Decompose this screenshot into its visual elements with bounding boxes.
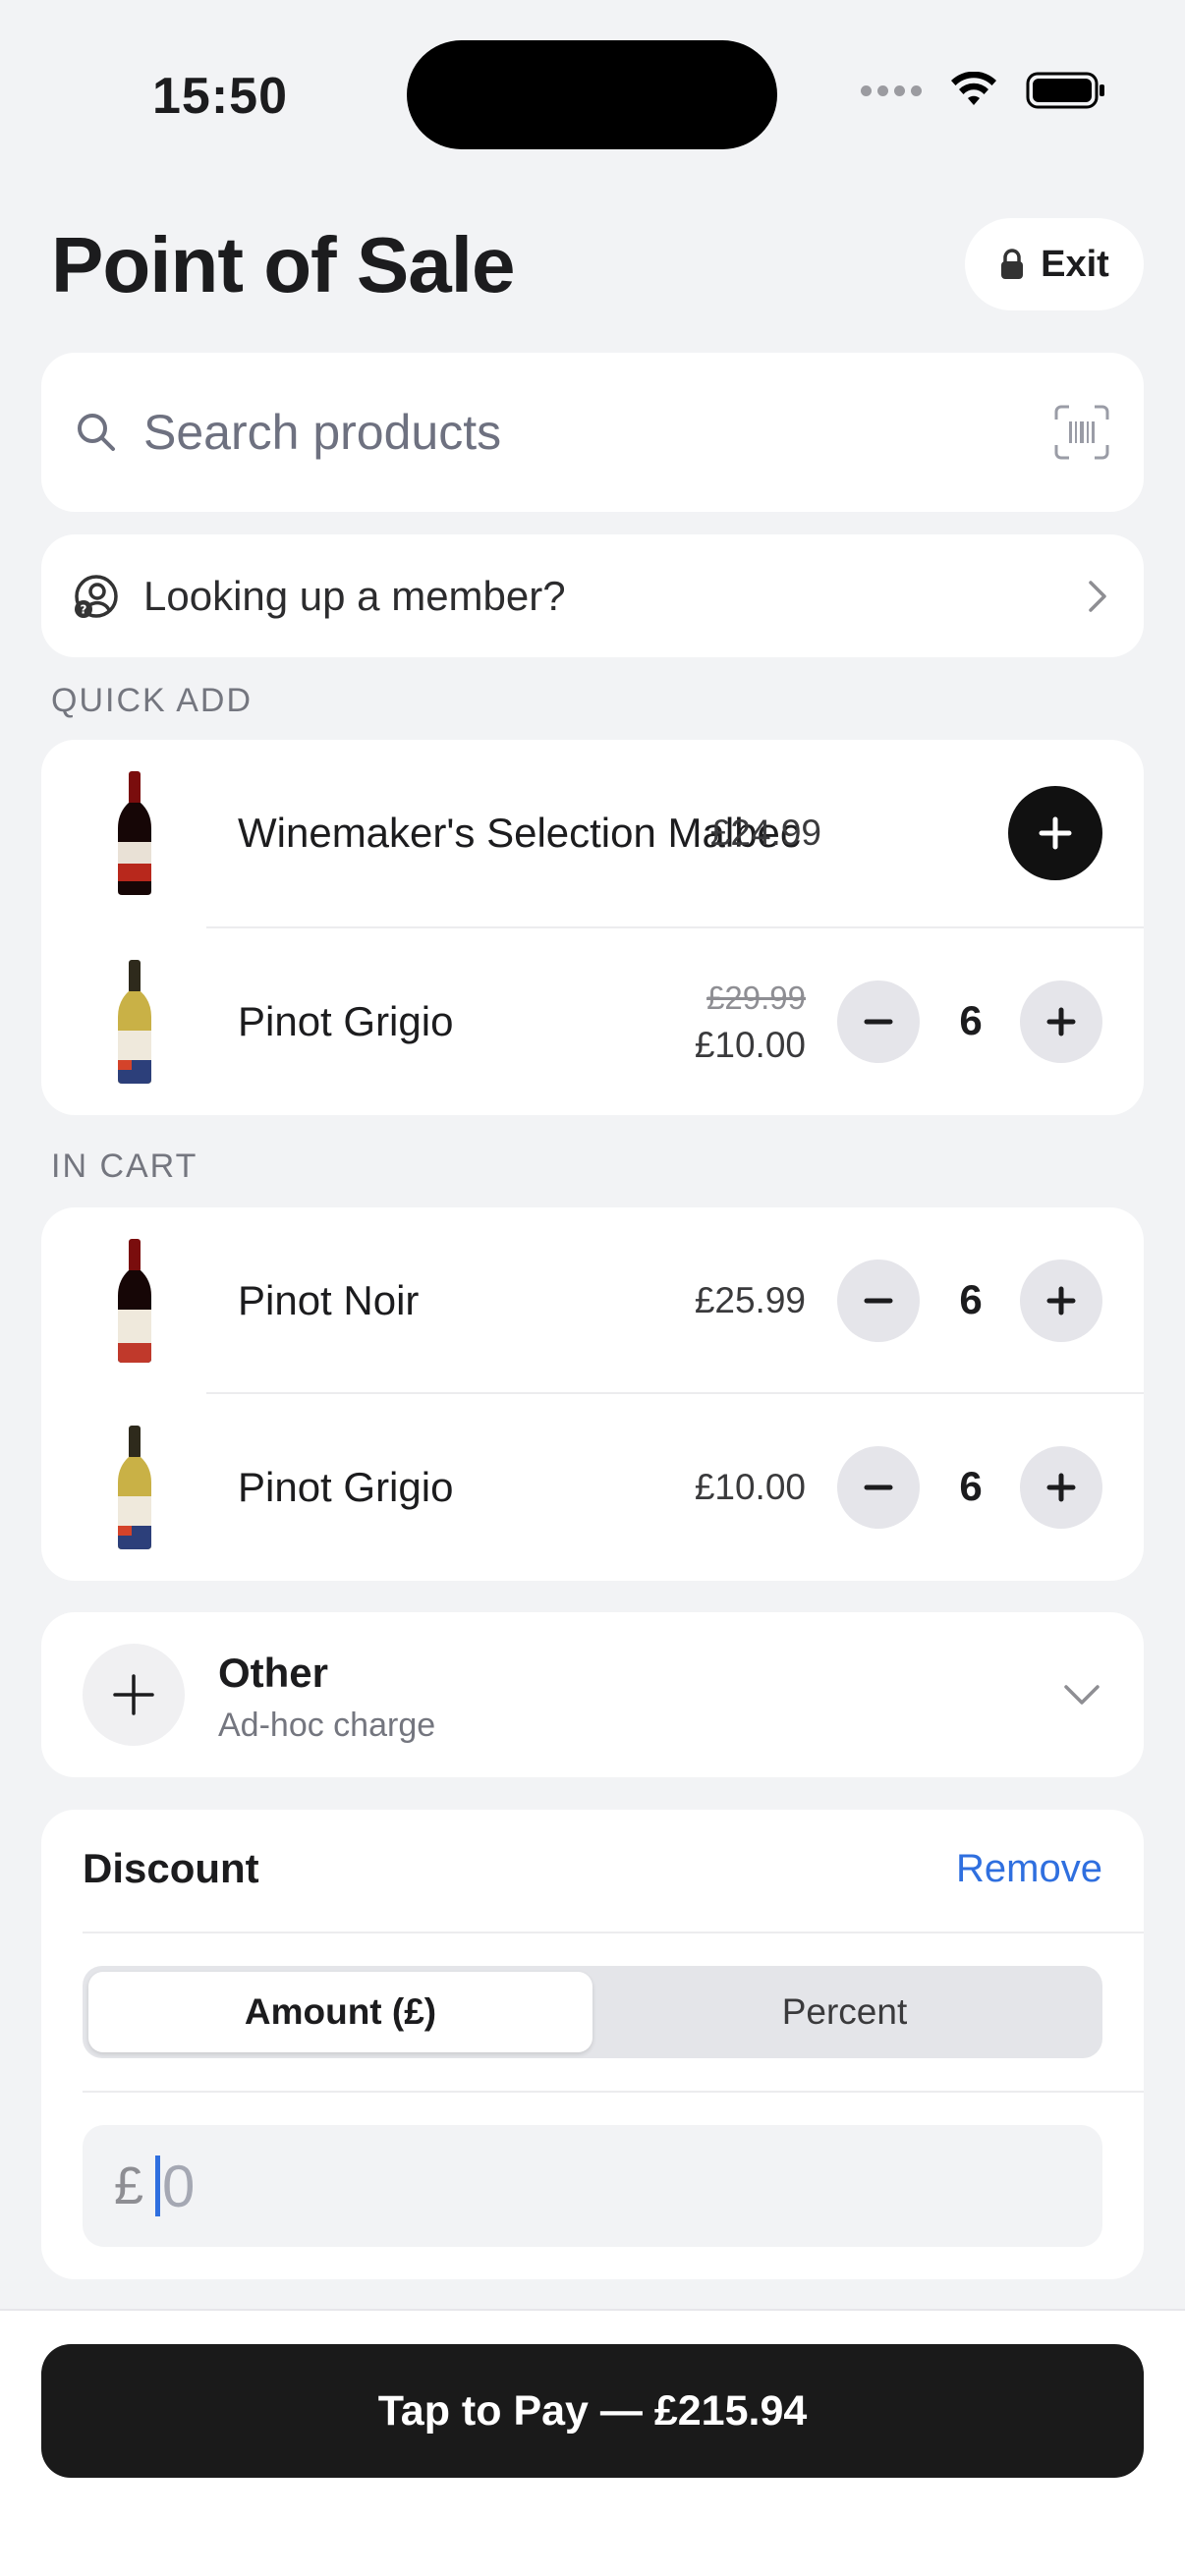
- dynamic-island: [407, 40, 777, 149]
- search-bar[interactable]: [41, 353, 1144, 512]
- original-price: £29.99: [706, 980, 806, 1016]
- product-price: £25.99: [694, 1280, 806, 1320]
- currency-symbol: £: [114, 2156, 144, 2215]
- product-name: Pinot Grigio: [238, 998, 454, 1044]
- product-name: Pinot Noir: [238, 1277, 420, 1323]
- decrease-quantity-button[interactable]: [837, 1446, 920, 1529]
- member-lookup-label: Looking up a member?: [143, 572, 566, 619]
- increase-quantity-button[interactable]: [1020, 1446, 1102, 1529]
- sale-price: £10.00: [694, 1025, 806, 1065]
- ad-hoc-charge-row[interactable]: Other Ad-hoc charge: [41, 1612, 1144, 1777]
- discount-panel: Discount Remove Amount (£) Percent £: [41, 1810, 1144, 2279]
- other-title: Other: [218, 1650, 329, 1696]
- white-wine-bottle-image: [118, 960, 151, 1084]
- quantity-value: 6: [959, 1463, 983, 1509]
- barcode-scan-icon[interactable]: [1053, 404, 1110, 461]
- battery-icon: [1026, 72, 1104, 109]
- quick-add-item[interactable]: Winemaker's Selection Malbec £24.99: [41, 740, 1144, 926]
- product-price-group: £29.99 £10.00: [695, 975, 806, 1069]
- discount-title: Discount: [83, 1845, 259, 1891]
- discount-amount-input[interactable]: [162, 2152, 753, 2220]
- text-caret: [155, 2156, 161, 2216]
- minus-icon: [864, 1484, 893, 1490]
- bottom-bar: Tap to Pay — £215.94: [0, 2309, 1185, 2576]
- member-lookup-row[interactable]: ? Looking up a member?: [41, 534, 1144, 657]
- other-subtitle: Ad-hoc charge: [218, 1707, 436, 1744]
- chevron-right-icon: [1089, 580, 1106, 612]
- plus-icon: [113, 1674, 154, 1715]
- quantity-value: 6: [959, 997, 983, 1043]
- red-wine-bottle-image: [118, 771, 151, 895]
- quick-add-list: Winemaker's Selection Malbec £24.99 Pino…: [41, 740, 1144, 1115]
- product-name: Pinot Grigio: [238, 1464, 454, 1510]
- search-icon: [78, 414, 115, 451]
- divider: [83, 1932, 1144, 1933]
- member-search-icon: ?: [75, 574, 118, 618]
- increase-quantity-button[interactable]: [1020, 1260, 1102, 1342]
- discount-amount-field[interactable]: £: [83, 2125, 1102, 2247]
- cart-item[interactable]: Pinot Grigio £10.00 6: [41, 1394, 1144, 1581]
- red-wine-bottle-image: [118, 1239, 151, 1363]
- status-time: 15:50: [152, 68, 288, 125]
- exit-label: Exit: [1041, 243, 1109, 285]
- quick-add-item[interactable]: Pinot Grigio £29.99 £10.00 6: [41, 928, 1144, 1115]
- in-cart-heading: IN CART: [51, 1148, 198, 1185]
- search-input[interactable]: [143, 404, 1053, 461]
- lock-icon: [1001, 249, 1024, 279]
- percent-mode-option[interactable]: Percent: [592, 1972, 1097, 2052]
- plus-icon: [1046, 1286, 1076, 1316]
- cart-list: Pinot Noir £25.99 6 Pinot Grigio £10.00 …: [41, 1207, 1144, 1581]
- amount-mode-option[interactable]: Amount (£): [88, 1972, 592, 2052]
- quick-add-heading: QUICK ADD: [51, 682, 254, 719]
- svg-text:?: ?: [81, 602, 87, 616]
- decrease-quantity-button[interactable]: [837, 1260, 920, 1342]
- add-to-cart-button[interactable]: [1008, 786, 1102, 880]
- plus-icon: [1046, 1473, 1076, 1502]
- wifi-icon: [951, 72, 996, 105]
- add-charge-button[interactable]: [83, 1644, 185, 1746]
- discount-mode-toggle[interactable]: Amount (£) Percent: [83, 1966, 1102, 2058]
- remove-discount-button[interactable]: Remove: [956, 1847, 1102, 1891]
- quantity-value: 6: [959, 1276, 983, 1322]
- status-bar: 15:50: [0, 0, 1185, 187]
- tap-to-pay-button[interactable]: Tap to Pay — £215.94: [41, 2344, 1144, 2478]
- increase-quantity-button[interactable]: [1020, 980, 1102, 1063]
- chevron-down-icon[interactable]: [1063, 1683, 1100, 1707]
- header: Point of Sale Exit: [51, 216, 1144, 314]
- product-price: £24.99: [709, 812, 821, 853]
- cart-item[interactable]: Pinot Noir £25.99 6: [41, 1207, 1144, 1394]
- white-wine-bottle-image: [118, 1426, 151, 1549]
- divider: [83, 2091, 1144, 2093]
- exit-button[interactable]: Exit: [965, 218, 1144, 310]
- plus-icon: [1039, 816, 1072, 850]
- status-indicators: [861, 71, 1106, 110]
- minus-icon: [864, 1298, 893, 1304]
- product-price: £10.00: [694, 1467, 806, 1507]
- cellular-signal-icon: [861, 84, 922, 96]
- decrease-quantity-button[interactable]: [837, 980, 920, 1063]
- minus-icon: [864, 1019, 893, 1025]
- plus-icon: [1046, 1007, 1076, 1036]
